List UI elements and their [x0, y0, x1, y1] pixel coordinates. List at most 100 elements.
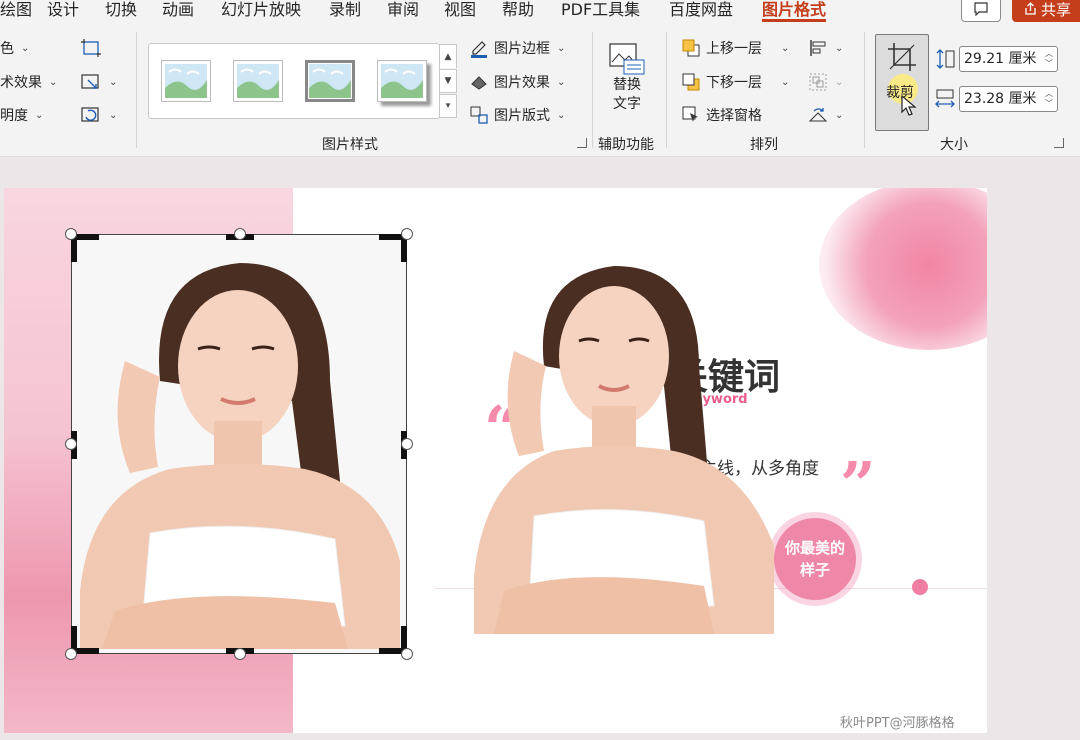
chevron-up-icon: ▲ — [444, 51, 452, 62]
resize-handle[interactable] — [401, 648, 413, 660]
group-separator — [136, 32, 137, 148]
chevron-down-icon: ﹀ — [1045, 99, 1053, 108]
reset-picture-button[interactable]: ⌄ — [80, 104, 117, 126]
picture-layout-button[interactable]: 图片版式 ⌄ — [469, 104, 565, 126]
resize-handle[interactable] — [234, 228, 246, 240]
height-spinner[interactable]: ︿ ﹀ — [1045, 49, 1053, 69]
resize-handle[interactable] — [401, 228, 413, 240]
send-backward-label: 下移一层 — [706, 75, 762, 91]
tab-slideshow[interactable]: 幻灯片放映 — [221, 0, 301, 22]
accessibility-group-label: 辅助功能 — [598, 137, 654, 153]
selection-pane-button[interactable]: 选择窗格 — [681, 104, 762, 126]
selection-pane-icon — [682, 106, 698, 122]
transparency-button[interactable]: 明度 ⌄ — [0, 104, 43, 126]
chevron-down-icon: ⌄ — [781, 42, 790, 54]
rotate-button[interactable]: ⌄ — [808, 104, 843, 126]
tab-view[interactable]: 视图 — [444, 0, 476, 22]
group-objects-icon — [809, 73, 827, 91]
picture-style-thumb[interactable] — [161, 60, 211, 102]
share-label: 共享 — [1040, 0, 1071, 19]
shape-height-value: 29.21 厘米 — [964, 51, 1037, 67]
picture-style-thumb[interactable] — [377, 60, 427, 102]
change-picture-button[interactable]: ⌄ — [80, 71, 117, 93]
portrait-photo-selected — [80, 241, 400, 649]
picture-style-thumb[interactable] — [305, 60, 355, 102]
picture-effects-label: 图片效果 — [494, 75, 550, 91]
slide-canvas: 关键词 e keyword 作为主线，从多角度 “ ” 美的子 你最美的样子 — [0, 158, 1080, 740]
shape-height-icon — [936, 49, 955, 69]
picture-style-thumb[interactable] — [233, 60, 283, 102]
crop-icon — [888, 43, 916, 71]
picture-styles-gallery — [148, 43, 440, 119]
send-backward-icon — [682, 73, 700, 91]
alt-text-label-1: 替换 — [613, 77, 641, 93]
picture-effects-button[interactable]: 图片效果 ⌄ — [469, 71, 565, 93]
chevron-down-icon: ⌄ — [109, 109, 118, 121]
resize-handle[interactable] — [65, 228, 77, 240]
chevron-up-icon: ︿ — [1045, 49, 1053, 58]
tab-pdf-tools[interactable]: PDF工具集 — [561, 0, 640, 22]
tag-circle-right[interactable]: 你最美的 样子 — [774, 518, 856, 600]
resize-handle[interactable] — [401, 438, 413, 450]
tab-picture-format[interactable]: 图片格式 — [762, 0, 827, 22]
color-button[interactable]: 色 ⌄ — [0, 37, 29, 59]
chevron-down-icon: ▼ — [444, 76, 452, 86]
comments-button[interactable] — [961, 0, 1001, 22]
tab-review[interactable]: 审阅 — [387, 0, 419, 22]
rotate-icon — [808, 108, 828, 122]
send-backward-button[interactable]: 下移一层 ⌄ — [681, 71, 789, 93]
resize-handle[interactable] — [234, 648, 246, 660]
landscape-thumbnail-icon — [165, 64, 207, 98]
shape-width-value: 23.28 厘米 — [964, 91, 1037, 107]
ribbon-tab-bar: 绘图 设计 切换 动画 幻灯片放映 录制 审阅 视图 帮助 PDF工具集 百度网… — [0, 0, 1080, 24]
compress-pictures-icon — [81, 39, 101, 57]
tab-animations[interactable]: 动画 — [162, 0, 194, 22]
chevron-down-icon: ⌄ — [557, 109, 566, 121]
tag-right-line1: 你最美的 — [784, 539, 845, 557]
arrange-group-label: 排列 — [750, 137, 778, 153]
bring-forward-button[interactable]: 上移一层 ⌄ — [681, 37, 789, 59]
chevron-down-icon: ⌄ — [21, 42, 30, 54]
picture-border-button[interactable]: 图片边框 ⌄ — [469, 37, 565, 59]
pink-dot — [912, 579, 928, 595]
gallery-scroll-down[interactable]: ▼ — [439, 69, 457, 93]
compress-pictures-button[interactable] — [80, 37, 102, 59]
portrait-photo[interactable] — [474, 246, 774, 634]
selected-picture-crop-frame[interactable] — [65, 228, 413, 660]
chevron-down-icon: ⌄ — [781, 76, 790, 88]
artistic-effects-label: 术效果 — [0, 75, 42, 91]
shape-width-input[interactable]: 23.28 厘米 ︿ ﹀ — [959, 86, 1058, 112]
share-button[interactable]: 共享 — [1012, 0, 1080, 22]
shape-width-icon — [935, 89, 955, 108]
pink-blur-circle — [819, 188, 987, 350]
shape-height-input[interactable]: 29.21 厘米 ︿ ﹀ — [959, 46, 1058, 72]
dialog-launcher-icon[interactable] — [1054, 138, 1064, 148]
picture-layout-icon — [470, 106, 488, 124]
chevron-down-icon: ⌄ — [557, 76, 566, 88]
chevron-down-icon: ⌄ — [835, 42, 844, 54]
width-spinner[interactable]: ︿ ﹀ — [1045, 89, 1053, 109]
gallery-more[interactable]: ▾ — [439, 94, 457, 118]
chevron-down-icon: ⌄ — [35, 109, 44, 121]
resize-handle[interactable] — [65, 438, 77, 450]
tab-design[interactable]: 设计 — [47, 0, 79, 22]
alt-text-label-2: 文字 — [613, 96, 641, 112]
chevron-down-icon: ⌄ — [109, 76, 118, 88]
gallery-scroll-up[interactable]: ▲ — [439, 44, 457, 68]
tab-record[interactable]: 录制 — [329, 0, 361, 22]
tab-help[interactable]: 帮助 — [502, 0, 534, 22]
artistic-effects-button[interactable]: 术效果 ⌄ — [0, 71, 57, 93]
tab-baidu-netdisk[interactable]: 百度网盘 — [669, 0, 733, 22]
tag-right-line2: 样子 — [799, 561, 830, 579]
group-objects-button[interactable]: ⌄ — [808, 71, 843, 93]
resize-handle[interactable] — [65, 648, 77, 660]
landscape-thumbnail-icon — [237, 64, 279, 98]
alt-text-button[interactable]: 替换 文字 — [608, 42, 646, 114]
align-button[interactable]: ⌄ — [808, 37, 843, 59]
landscape-thumbnail-icon — [309, 64, 351, 98]
tab-draw[interactable]: 绘图 — [0, 0, 32, 22]
chevron-down-icon: ⌄ — [49, 76, 58, 88]
dialog-launcher-icon[interactable] — [577, 138, 587, 148]
chevron-down-icon: ﹀ — [1045, 59, 1053, 68]
tab-transitions[interactable]: 切换 — [105, 0, 137, 22]
